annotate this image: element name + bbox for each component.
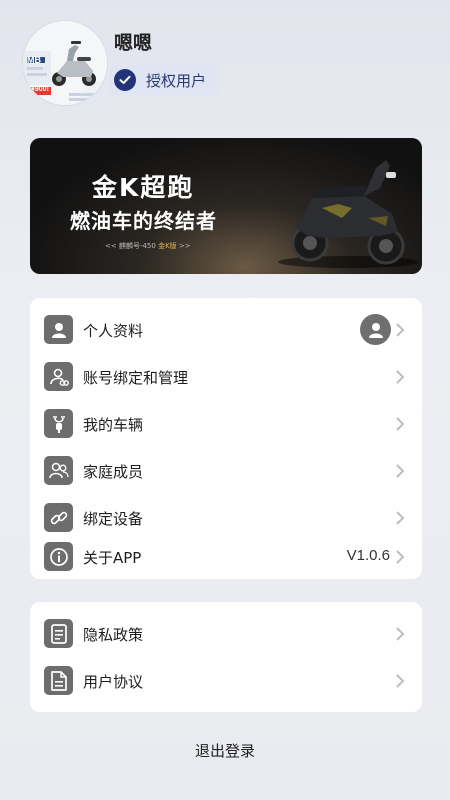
chevron-right-icon [396,674,405,688]
document-icon [44,619,73,648]
scooter-icon [44,409,73,438]
chevron-right-icon [396,323,405,337]
menu-item-label: 账号绑定和管理 [83,369,189,387]
auth-badge-label: 授权用户 [146,71,207,90]
menu-item-label: 隐私政策 [83,626,144,644]
chevron-right-icon [396,511,405,525]
profile-mini-avatar [360,314,391,345]
settings-menu-card: 个人资料 账号绑定和管理 我的车辆 家庭成员 绑定设备 关于APP V1.0.6 [30,298,422,579]
chevron-right-icon [396,550,405,564]
chain-link-icon [44,503,73,532]
logout-button[interactable]: 退出登录 [0,740,450,761]
banner-title: 金K超跑 [92,173,195,202]
banner-tagline-highlight: 金K版 [158,242,177,250]
menu-item-account-binding[interactable]: 账号绑定和管理 [30,357,422,397]
info-icon [44,542,73,571]
menu-item-label: 个人资料 [83,322,144,340]
menu-item-family-members[interactable]: 家庭成员 [30,451,422,491]
agreement-icon [44,666,73,695]
banner-tagline: << 麒麟号-450 金K版 >> [105,241,191,251]
menu-item-label: 家庭成员 [83,463,144,481]
menu-item-privacy-policy[interactable]: 隐私政策 [30,614,422,654]
menu-item-label: 用户协议 [83,673,144,691]
menu-item-label: 绑定设备 [83,510,144,528]
chevron-right-icon [396,464,405,478]
avatar-price-tag: ¥900! [31,86,49,93]
scooter-image [278,154,418,268]
menu-item-user-agreement[interactable]: 用户协议 [30,661,422,701]
family-icon [44,456,73,485]
profile-header: MB ¥900! 嗯嗯 授权用户 [22,20,422,110]
banner-tagline-suffix: >> [178,242,191,250]
menu-item-bind-device[interactable]: 绑定设备 [30,498,422,538]
verified-check-icon [114,69,136,91]
menu-item-profile[interactable]: 个人资料 [30,310,422,350]
chevron-right-icon [396,370,405,384]
username: 嗯嗯 [114,32,153,54]
auth-badge: 授权用户 [110,65,221,95]
menu-item-label: 关于APP [83,549,142,567]
banner-tagline-prefix: << 麒麟号-450 [105,242,156,250]
account-link-icon [44,362,73,391]
banner-subtitle: 燃油车的终结者 [70,209,217,233]
profile-avatar[interactable]: MB ¥900! [22,20,108,106]
menu-item-label: 我的车辆 [83,416,144,434]
chevron-right-icon [396,627,405,641]
chevron-right-icon [396,417,405,431]
promo-banner[interactable]: 金K超跑 燃油车的终结者 << 麒麟号-450 金K版 >> [30,138,422,274]
legal-menu-card: 隐私政策 用户协议 [30,602,422,712]
person-icon [44,315,73,344]
avatar-model-tag: MB [27,55,41,65]
menu-item-about-app[interactable]: 关于APP V1.0.6 [30,537,422,577]
app-version: V1.0.6 [346,547,390,564]
menu-item-my-vehicle[interactable]: 我的车辆 [30,404,422,444]
